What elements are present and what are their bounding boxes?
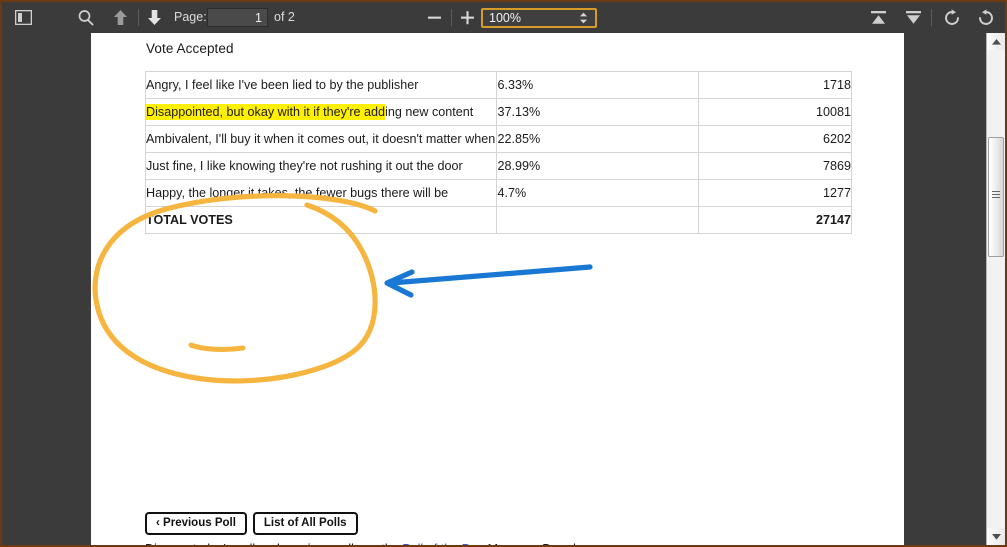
minus-icon[interactable] xyxy=(420,2,448,33)
toolbar-separator xyxy=(138,9,139,26)
page-total-label: of 2 xyxy=(274,10,295,24)
table-row: Ambivalent, I'll buy it when it comes ou… xyxy=(144,125,853,153)
blue-arrow-shaft xyxy=(388,264,593,286)
zoom-level-value: 100% xyxy=(489,11,521,25)
list-of-all-polls-button[interactable]: List of All Polls xyxy=(252,512,358,535)
poll-option-cell: Angry, I feel like I've been lied to by … xyxy=(144,71,498,99)
chevron-updown-icon[interactable] xyxy=(579,12,588,24)
vertical-scrollbar[interactable] xyxy=(986,33,1005,545)
discuss-text-before: Discuss today's poll and previous polls … xyxy=(145,542,402,545)
poll-votes-cell: 1718 xyxy=(697,71,853,99)
arrow-up-icon[interactable] xyxy=(106,2,134,33)
search-icon[interactable] xyxy=(72,2,100,33)
go-to-last-page-icon[interactable] xyxy=(899,2,927,33)
poll-votes-cell: 10081 xyxy=(697,98,853,126)
poll-percent-cell: 22.85% xyxy=(496,125,699,153)
poll-option-cell: Just fine, I like knowing they're not ru… xyxy=(144,152,498,180)
poll-votes-cell: 7869 xyxy=(697,152,853,180)
blue-arrow-head xyxy=(384,269,415,298)
poll-option-cell: Ambivalent, I'll buy it when it comes ou… xyxy=(144,125,498,153)
total-votes-label: TOTAL VOTES xyxy=(144,206,498,234)
scrollbar-grip-icon xyxy=(992,191,1000,200)
poll-option-text: ing new content xyxy=(385,105,474,119)
toolbar-separator-3 xyxy=(931,9,932,26)
table-row: Disappointed, but okay with it if they'r… xyxy=(144,98,853,126)
previous-poll-button[interactable]: ‹ Previous Poll xyxy=(145,512,247,535)
sidebar-panel-icon[interactable] xyxy=(9,2,37,33)
table-row: Happy, the longer it takes, the fewer bu… xyxy=(144,179,853,207)
plus-icon[interactable] xyxy=(453,2,481,33)
discuss-text-after: Message Board xyxy=(484,542,576,545)
poll-option-cell: Disappointed, but okay with it if they'r… xyxy=(144,98,498,126)
poll-percent-cell: 28.99% xyxy=(496,152,699,180)
arrow-down-icon[interactable] xyxy=(140,2,168,33)
scroll-down-arrow-icon[interactable] xyxy=(987,528,1005,545)
zoom-level-select[interactable]: 100% xyxy=(481,8,597,28)
yellow-highlight: Disappointed, but okay with it if they'r… xyxy=(146,104,386,120)
poll-votes-cell: 6202 xyxy=(697,125,853,153)
table-row-total: TOTAL VOTES 27147 xyxy=(144,206,853,234)
pdf-viewer-window: Page: of 2 100% xyxy=(0,0,1007,547)
scroll-up-arrow-icon[interactable] xyxy=(987,33,1005,50)
poll-percent-cell: 4.7% xyxy=(496,179,699,207)
poll-percent-cell: 37.13% xyxy=(496,98,699,126)
poll-of-the-day-link[interactable]: Poll of the Day xyxy=(402,542,484,545)
page-label: Page: xyxy=(174,10,207,24)
rotate-clockwise-icon[interactable] xyxy=(938,2,966,33)
total-votes-blank xyxy=(496,206,699,234)
rotate-counterclockwise-icon[interactable] xyxy=(972,2,1000,33)
toolbar: Page: of 2 100% xyxy=(2,2,1005,34)
pdf-page: Vote Accepted Angry, I feel like I've be… xyxy=(91,33,904,545)
poll-votes-cell: 1277 xyxy=(697,179,853,207)
total-votes-value: 27147 xyxy=(697,206,853,234)
scrollbar-thumb[interactable] xyxy=(988,137,1004,257)
page-heading: Vote Accepted xyxy=(146,41,234,56)
poll-results-table: Angry, I feel like I've been lied to by … xyxy=(144,71,853,234)
toolbar-separator-2 xyxy=(451,9,452,26)
poll-option-cell: Happy, the longer it takes, the fewer bu… xyxy=(144,179,498,207)
orange-ellipse-tail-annotation xyxy=(188,342,246,352)
table-row: Just fine, I like knowing they're not ru… xyxy=(144,152,853,180)
poll-percent-cell: 6.33% xyxy=(496,71,699,99)
chevron-left-icon: ‹ xyxy=(156,517,160,529)
table-row: Angry, I feel like I've been lied to by … xyxy=(144,71,853,99)
poll-navigation-buttons: ‹ Previous Poll List of All Polls xyxy=(145,512,358,535)
document-viewport[interactable]: Vote Accepted Angry, I feel like I've be… xyxy=(2,33,986,545)
previous-poll-label: Previous Poll xyxy=(163,517,236,529)
go-to-first-page-icon[interactable] xyxy=(864,2,892,33)
page-number-input[interactable] xyxy=(207,8,268,27)
discuss-text: Discuss today's poll and previous polls … xyxy=(145,542,576,545)
